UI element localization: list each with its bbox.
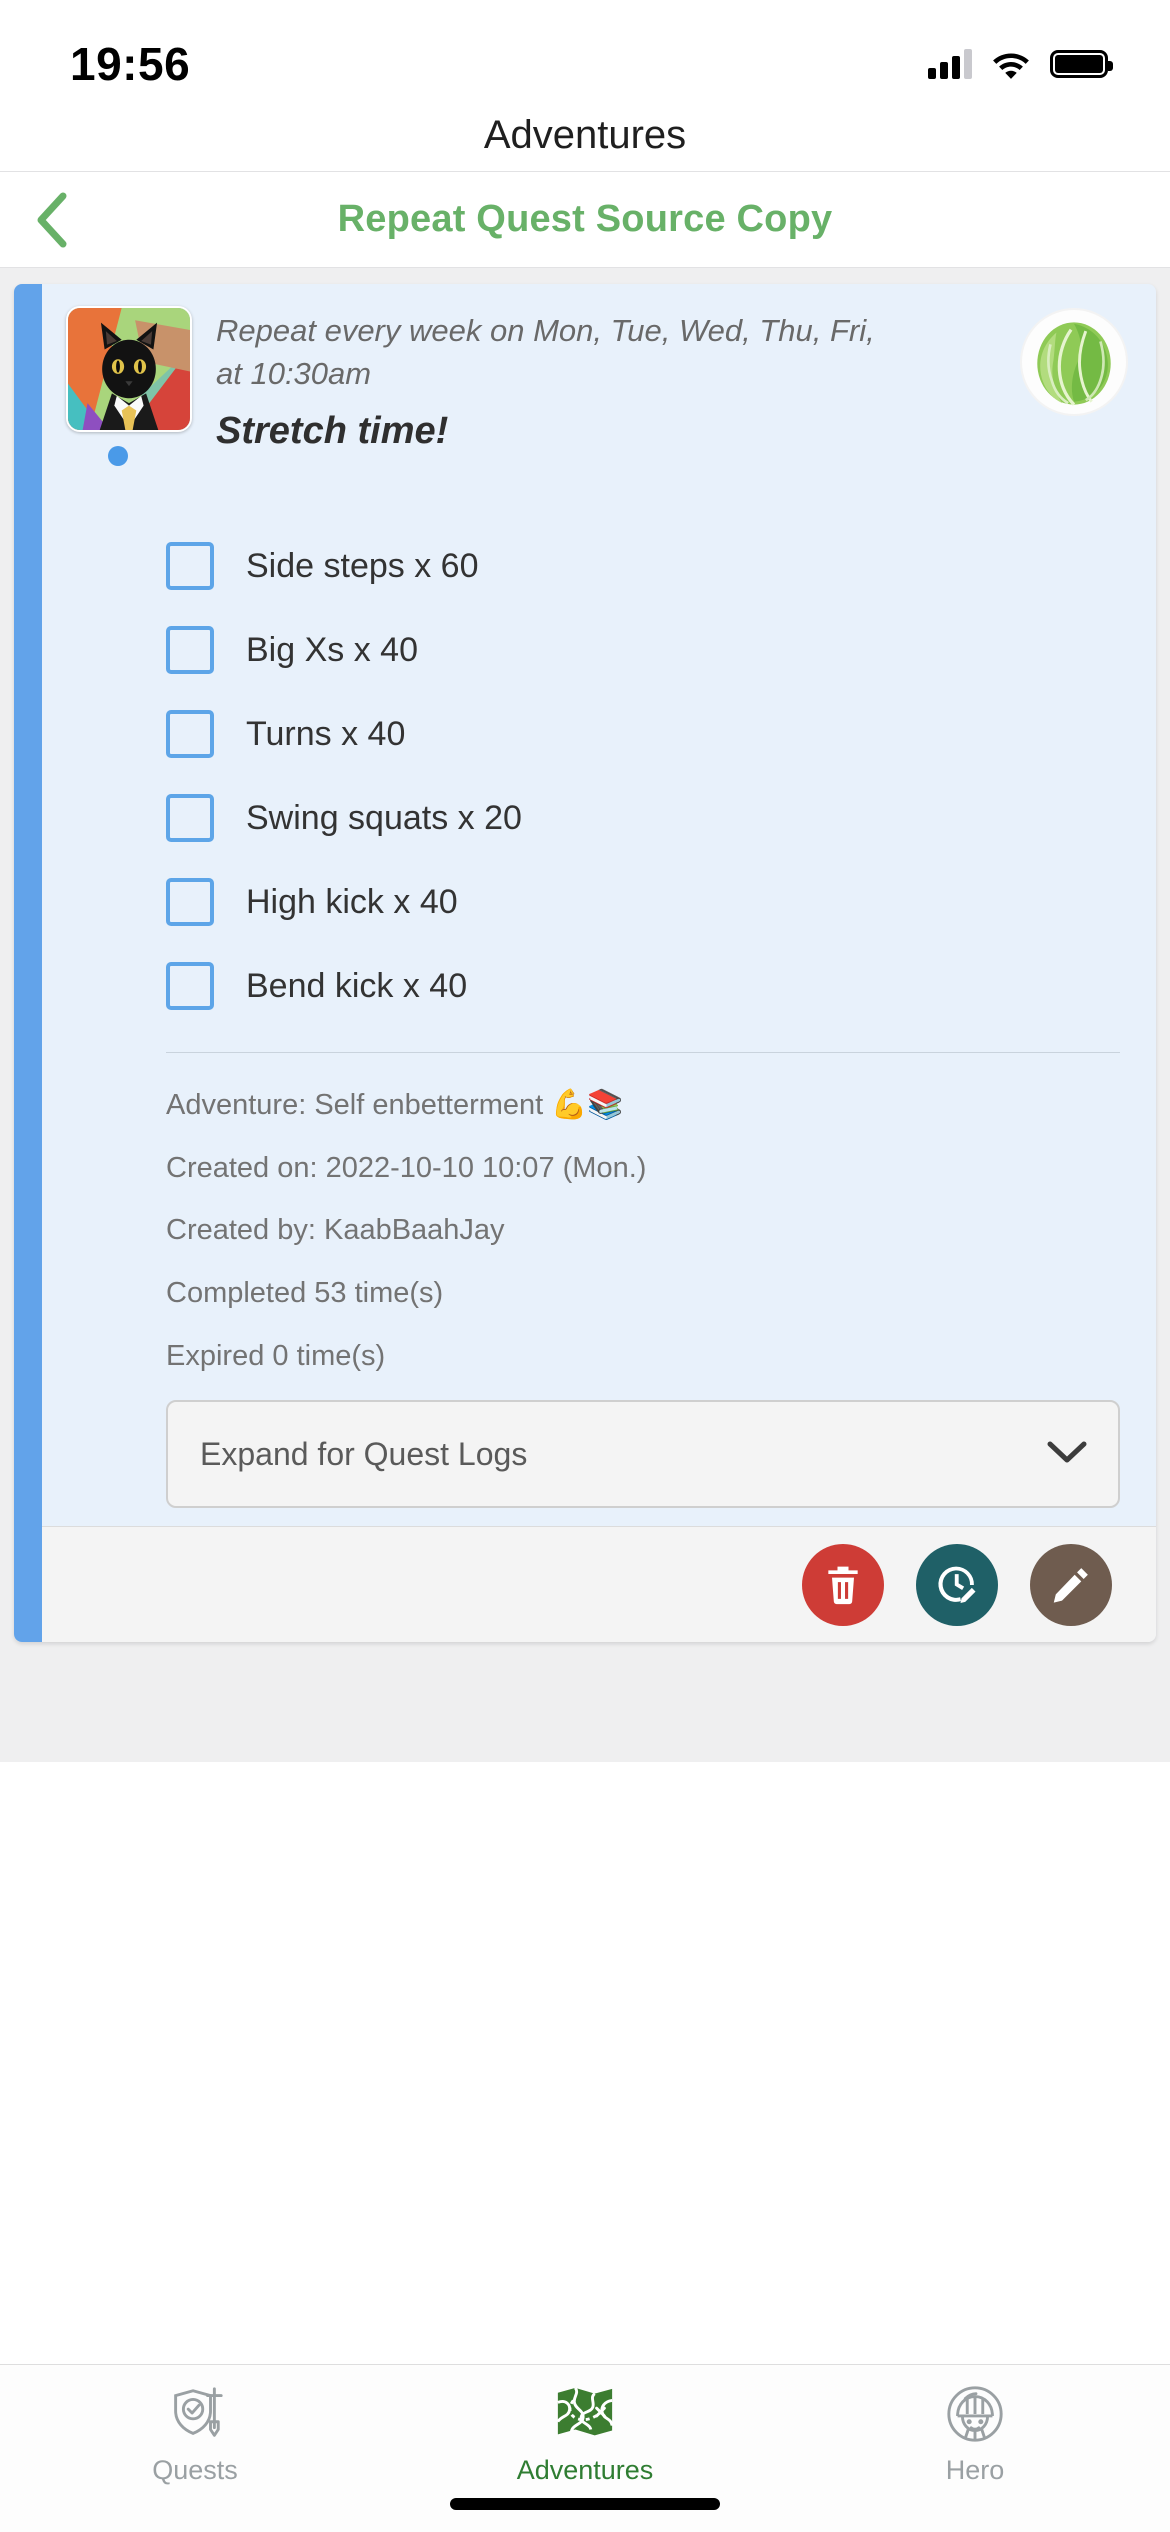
checklist-item[interactable]: Swing squats x 20 — [166, 792, 1126, 844]
delete-button[interactable] — [802, 1543, 884, 1626]
quest-card[interactable]: Repeat every week on Mon, Tue, Wed, Thu,… — [14, 284, 1156, 1643]
meta-created-on: Created on: 2022-10-10 10:07 (Mon.) — [166, 1151, 647, 1184]
tab-quests[interactable]: Quests — [0, 2383, 390, 2486]
tab-hero[interactable]: Hero — [780, 2383, 1170, 2486]
meta-completed-count: Completed 53 time(s) — [166, 1277, 444, 1310]
edit-button[interactable] — [1030, 1543, 1112, 1626]
knight-helmet-icon — [944, 2383, 1006, 2445]
tab-label-hero: Hero — [945, 2455, 1005, 2485]
reschedule-button[interactable] — [916, 1543, 998, 1626]
status-bar-clock: 19:56 — [70, 38, 191, 90]
meta-expired-count: Expired 0 time(s) — [166, 1339, 386, 1372]
nav-title-bar: Adventures — [0, 100, 1170, 172]
checklist-item-label: Bend kick x 40 — [246, 966, 468, 1005]
quest-logs-expander-label: Expand for Quest Logs — [200, 1435, 528, 1472]
checkbox-unchecked-icon[interactable] — [166, 710, 214, 758]
checklist-item-label: Side steps x 60 — [246, 546, 479, 585]
tab-adventures[interactable]: Adventures — [390, 2383, 780, 2486]
home-indicator — [450, 2498, 720, 2510]
chevron-left-icon — [37, 192, 67, 247]
quest-card-body: Repeat every week on Mon, Tue, Wed, Thu,… — [14, 284, 1156, 1526]
tab-label-quests: Quests — [152, 2455, 238, 2485]
checklist-item-label: Turns x 40 — [246, 714, 406, 753]
checkbox-unchecked-icon[interactable] — [166, 794, 214, 842]
sub-navigation-bar: Repeat Quest Source Copy — [0, 172, 1170, 268]
bottom-tab-bar: Quests Adventures Hero — [0, 2364, 1170, 2532]
content-area: Repeat every week on Mon, Tue, Wed, Thu,… — [0, 268, 1170, 1762]
pencil-icon — [1053, 1568, 1088, 1603]
status-bar-icons — [928, 49, 1113, 79]
checklist-item-label: Swing squats x 20 — [246, 798, 522, 837]
chevron-down-icon[interactable] — [1046, 1439, 1088, 1470]
page-title: Adventures — [483, 113, 687, 157]
clock-edit-icon — [938, 1566, 976, 1603]
treasure-map-icon — [554, 2383, 616, 2445]
checkbox-unchecked-icon[interactable] — [166, 962, 214, 1010]
quest-card-header: Repeat every week on Mon, Tue, Wed, Thu,… — [66, 306, 1126, 466]
quest-card-actions — [14, 1526, 1156, 1643]
section-divider — [166, 1052, 1120, 1053]
checkbox-unchecked-icon[interactable] — [166, 878, 214, 926]
quest-logs-expander[interactable]: Expand for Quest Logs — [166, 1400, 1120, 1509]
quest-status-dot — [108, 446, 128, 466]
business-cat-avatar[interactable] — [66, 306, 192, 432]
checkbox-unchecked-icon[interactable] — [166, 626, 214, 674]
checklist-item-label: Big Xs x 40 — [246, 630, 418, 669]
quest-metadata: Adventure: Self enbetterment 💪📚 Created … — [166, 1087, 1126, 1375]
tab-label-adventures: Adventures — [516, 2455, 654, 2485]
quest-checklist: Side steps x 60 Big Xs x 40 Turns x 40 S… — [166, 540, 1126, 1012]
shield-sword-icon — [164, 2383, 226, 2445]
wifi-icon — [990, 49, 1032, 79]
checklist-item[interactable]: Bend kick x 40 — [166, 960, 1126, 1012]
quest-title: Stretch time! — [216, 409, 449, 452]
checklist-item[interactable]: High kick x 40 — [166, 876, 1126, 928]
repeat-schedule-text: Repeat every week on Mon, Tue, Wed, Thu,… — [216, 313, 875, 391]
checklist-item[interactable]: Turns x 40 — [166, 708, 1126, 760]
avatar-column — [66, 306, 192, 466]
checklist-item[interactable]: Side steps x 60 — [166, 540, 1126, 592]
status-bar: 19:56 — [0, 0, 1170, 100]
quest-header-text: Repeat every week on Mon, Tue, Wed, Thu,… — [216, 306, 998, 453]
trash-icon — [828, 1566, 858, 1605]
meta-adventure: Adventure: Self enbetterment 💪📚 — [166, 1089, 624, 1121]
cabbage-icon — [1022, 310, 1126, 414]
back-button[interactable] — [22, 190, 82, 250]
checklist-item-label: High kick x 40 — [246, 882, 458, 921]
sub-navigation-title: Repeat Quest Source Copy — [337, 198, 833, 240]
cellular-signal-icon — [928, 49, 972, 79]
checklist-item[interactable]: Big Xs x 40 — [166, 624, 1126, 676]
checkbox-unchecked-icon[interactable] — [166, 542, 214, 590]
battery-full-icon — [1050, 50, 1113, 78]
card-accent-bar — [14, 284, 42, 1643]
meta-created-by: Created by: KaabBaahJay — [166, 1214, 505, 1247]
